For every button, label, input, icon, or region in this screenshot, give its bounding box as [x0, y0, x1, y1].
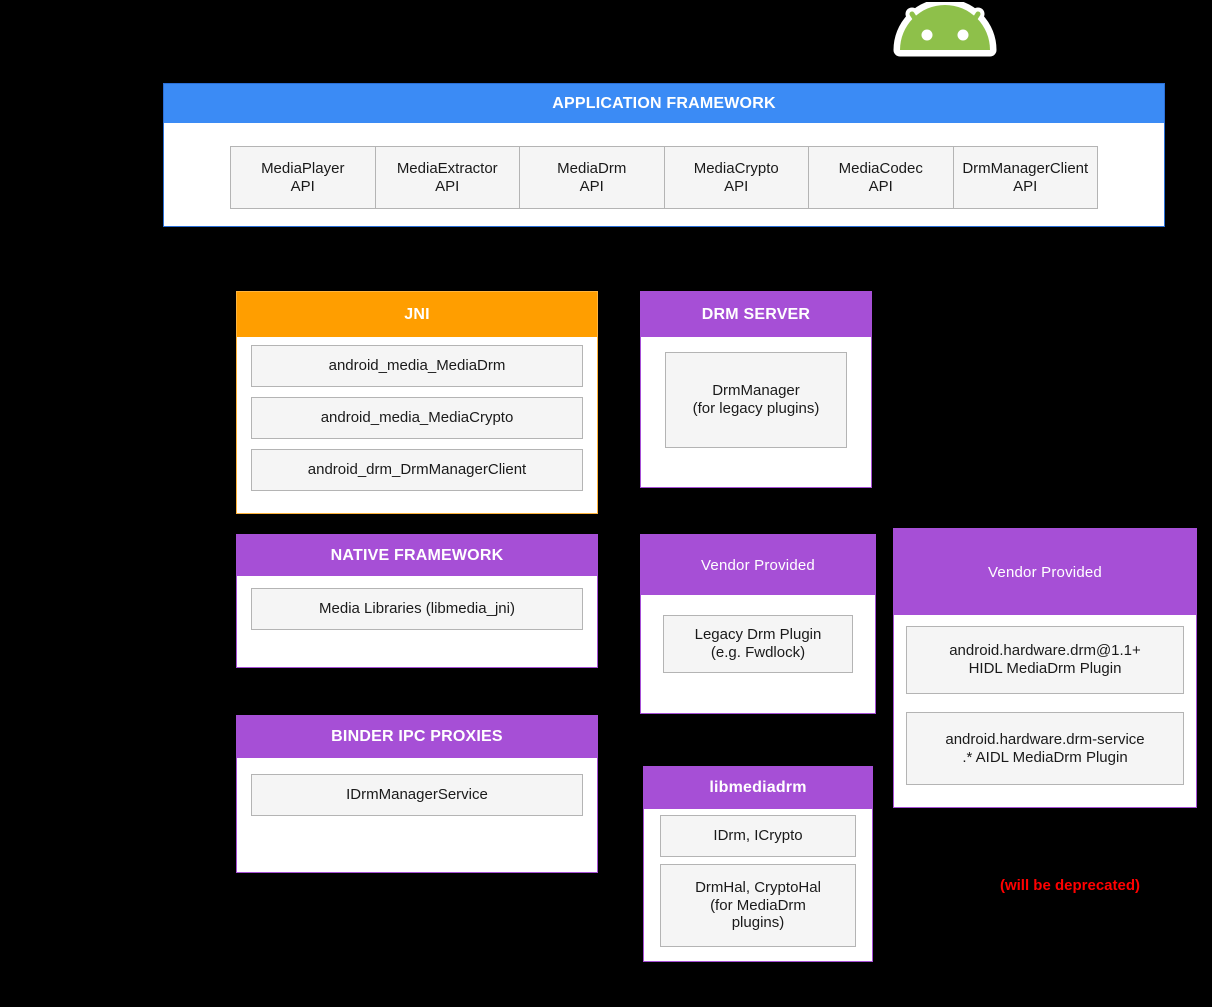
vendor-legacy-item-legacy-drm-plugin[interactable]: Legacy Drm Plugin (e.g. Fwdlock)	[663, 615, 853, 673]
libmediadrm-block: libmediadrm IDrm, ICrypto DrmHal, Crypto…	[643, 766, 873, 962]
jni-item-android-drm-drmmanagerclient[interactable]: android_drm_DrmManagerClient	[251, 449, 583, 491]
api-mediacodec[interactable]: MediaCodec API	[808, 146, 953, 209]
binder-ipc-proxies-header: BINDER IPC PROXIES	[237, 716, 597, 758]
binder-ipc-item-idrmmanagerservice[interactable]: IDrmManagerService	[251, 774, 583, 816]
drm-server-body: DrmManager (for legacy plugins)	[641, 337, 871, 448]
vendor-provided-hal-body: android.hardware.drm@1.1+ HIDL MediaDrm …	[894, 615, 1196, 785]
native-framework-block: NATIVE FRAMEWORK Media Libraries (libmed…	[236, 534, 598, 668]
binder-ipc-proxies-block: BINDER IPC PROXIES IDrmManagerService	[236, 715, 598, 873]
api-mediaextractor[interactable]: MediaExtractor API	[374, 146, 519, 209]
jni-header: JNI	[237, 292, 597, 337]
deprecated-note: (will be deprecated)	[999, 877, 1141, 894]
jni-body: android_media_MediaDrm android_media_Med…	[237, 337, 597, 501]
vendor-hal-item-hidl-mediadrm-plugin[interactable]: android.hardware.drm@1.1+ HIDL MediaDrm …	[906, 626, 1184, 694]
drm-server-item-drmmanager[interactable]: DrmManager (for legacy plugins)	[665, 352, 847, 448]
libmediadrm-item-idrm-icrypto[interactable]: IDrm, ICrypto	[660, 815, 856, 857]
diagram-canvas: APPLICATION FRAMEWORK MediaPlayer API Me…	[0, 0, 1212, 1007]
jni-block: JNI android_media_MediaDrm android_media…	[236, 291, 598, 514]
libmediadrm-body: IDrm, ICrypto DrmHal, CryptoHal (for Med…	[644, 809, 872, 947]
api-mediadrm[interactable]: MediaDrm API	[519, 146, 664, 209]
binder-ipc-proxies-body: IDrmManagerService	[237, 758, 597, 816]
vendor-provided-legacy-block: Vendor Provided Legacy Drm Plugin (e.g. …	[640, 534, 876, 714]
vendor-hal-item-aidl-mediadrm-plugin[interactable]: android.hardware.drm-service .* AIDL Med…	[906, 712, 1184, 785]
vendor-provided-legacy-header: Vendor Provided	[641, 535, 875, 595]
libmediadrm-item-drmhal-cryptohal[interactable]: DrmHal, CryptoHal (for MediaDrm plugins)	[660, 864, 856, 947]
jni-item-android-media-mediadrm[interactable]: android_media_MediaDrm	[251, 345, 583, 387]
api-row: MediaPlayer API MediaExtractor API Media…	[230, 146, 1098, 209]
drm-server-header: DRM SERVER	[641, 292, 871, 337]
application-framework-body: MediaPlayer API MediaExtractor API Media…	[164, 146, 1164, 209]
drm-server-block: DRM SERVER DrmManager (for legacy plugin…	[640, 291, 872, 488]
api-mediacrypto[interactable]: MediaCrypto API	[663, 146, 808, 209]
libmediadrm-header: libmediadrm	[644, 767, 872, 809]
native-framework-item-media-libraries[interactable]: Media Libraries (libmedia_jni)	[251, 588, 583, 630]
application-framework-header: APPLICATION FRAMEWORK	[164, 84, 1164, 123]
api-mediaplayer[interactable]: MediaPlayer API	[230, 146, 375, 209]
native-framework-body: Media Libraries (libmedia_jni)	[237, 576, 597, 630]
vendor-provided-legacy-body: Legacy Drm Plugin (e.g. Fwdlock)	[641, 595, 875, 673]
jni-item-android-media-mediacrypto[interactable]: android_media_MediaCrypto	[251, 397, 583, 439]
native-framework-header: NATIVE FRAMEWORK	[237, 535, 597, 576]
api-drmmanagerclient[interactable]: DrmManagerClient API	[952, 146, 1098, 209]
application-framework-block: APPLICATION FRAMEWORK MediaPlayer API Me…	[163, 83, 1165, 227]
vendor-provided-hal-block: Vendor Provided android.hardware.drm@1.1…	[893, 528, 1197, 808]
vendor-provided-hal-header: Vendor Provided	[894, 529, 1196, 615]
